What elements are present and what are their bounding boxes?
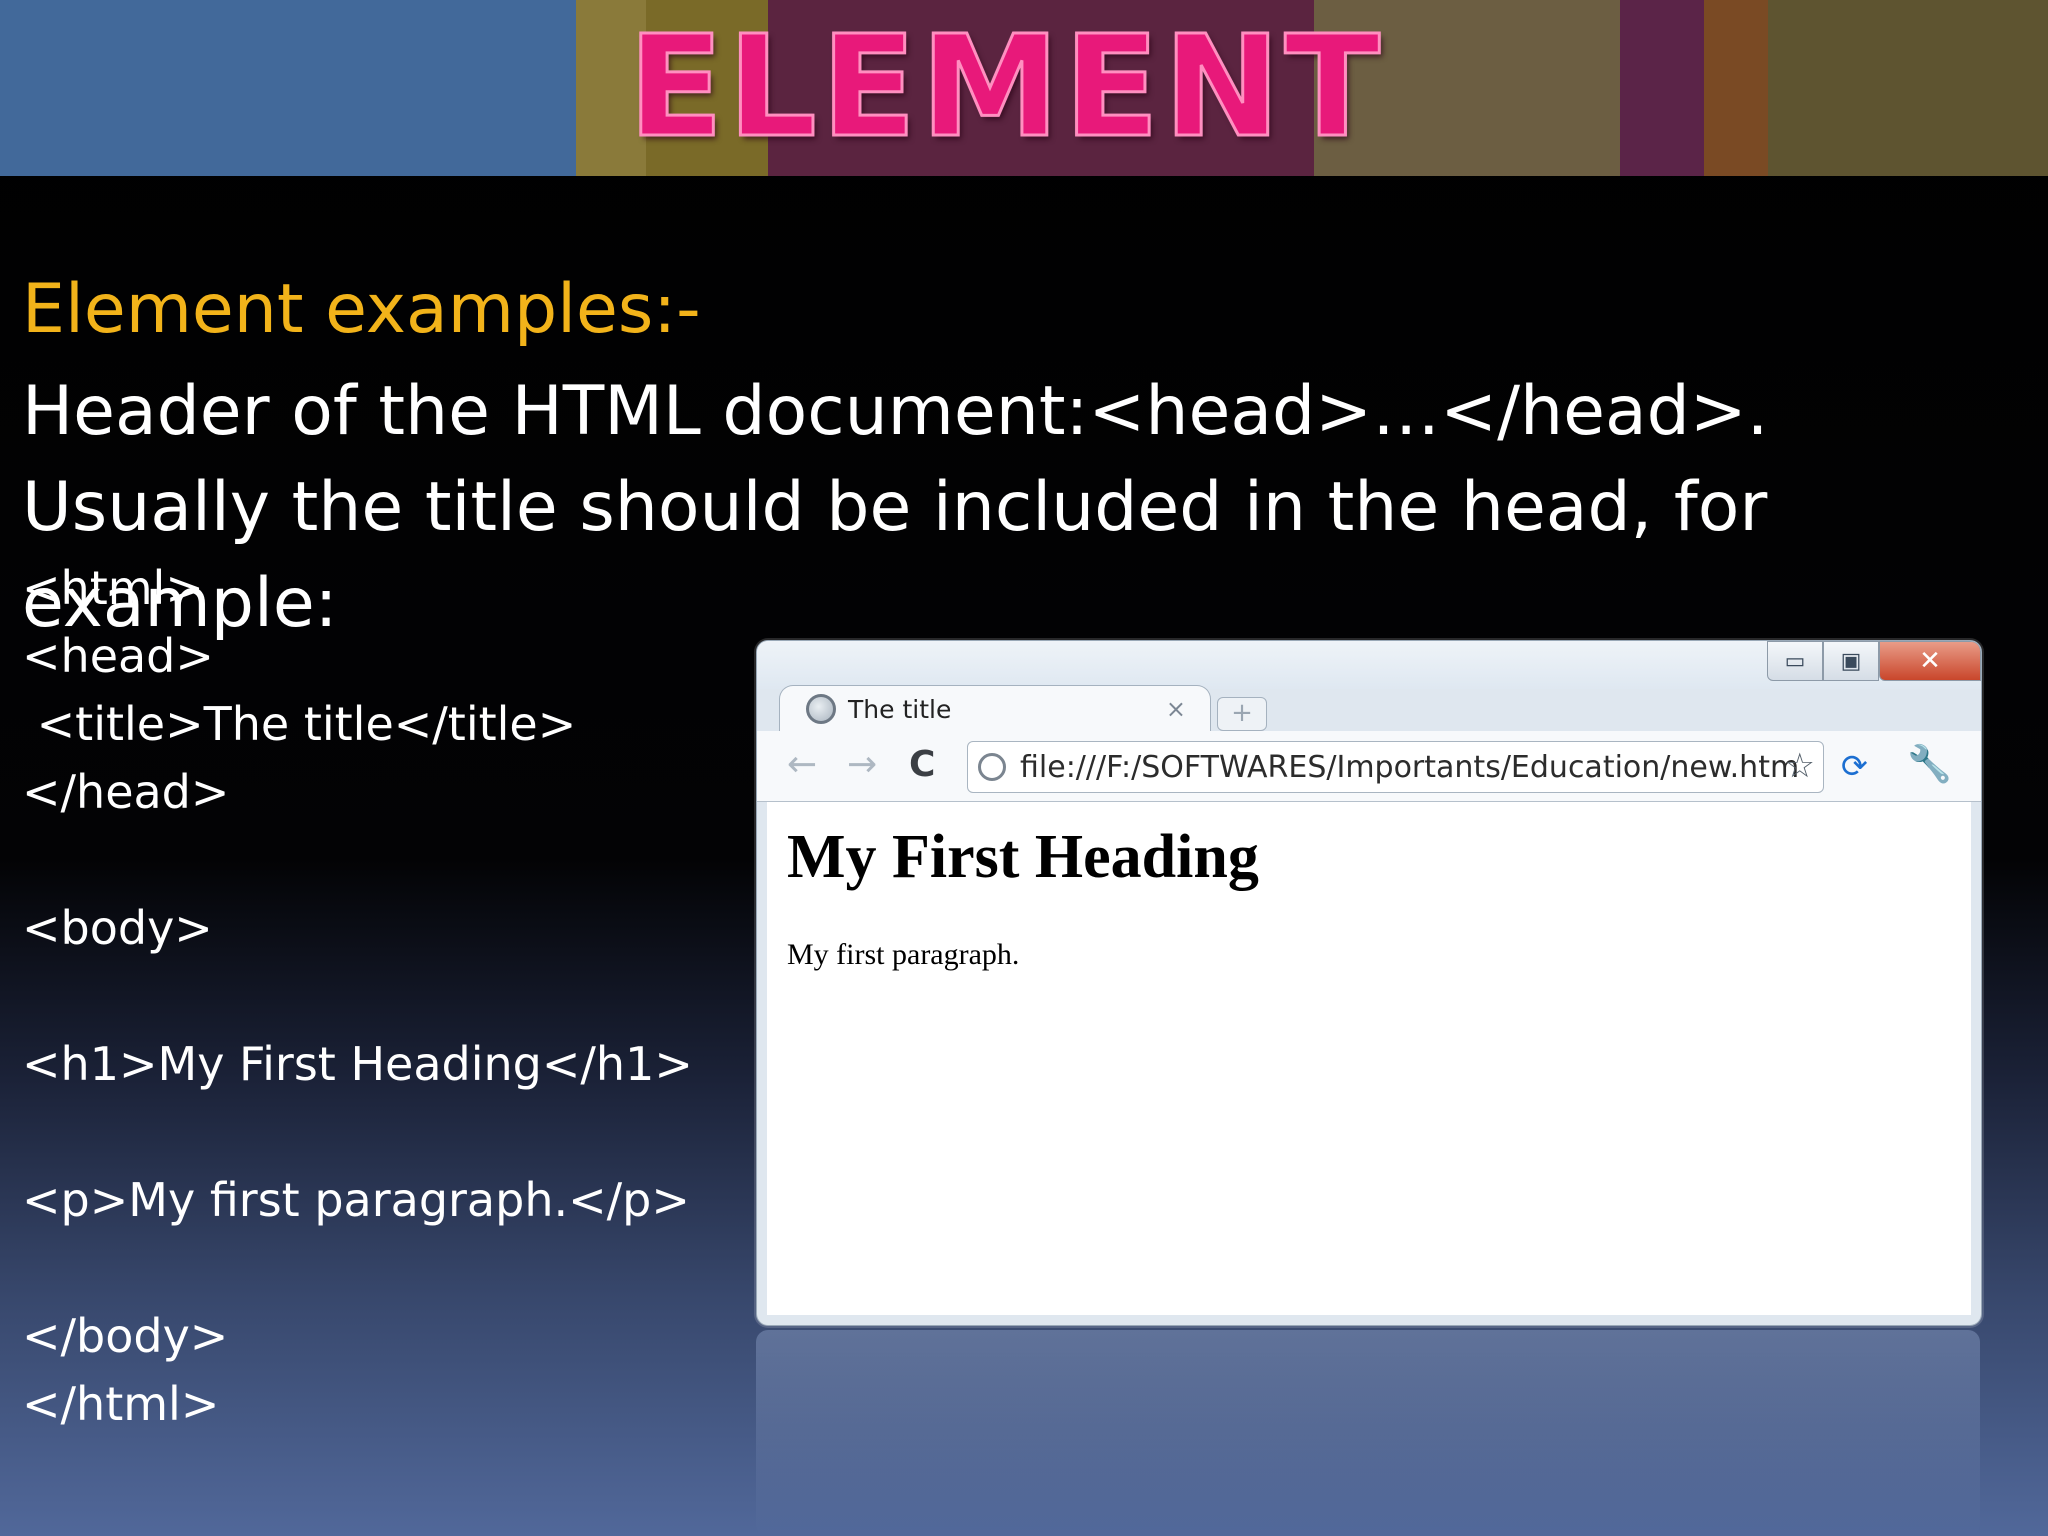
globe-icon: [978, 753, 1006, 781]
browser-titlebar: ▭ ▣ ✕: [757, 641, 1981, 689]
code-line: </head>: [22, 765, 230, 819]
slide-title: ELEMENT: [626, 6, 1385, 169]
title-banner: ELEMENT: [0, 0, 2048, 176]
code-line: </html>: [22, 1377, 220, 1431]
browser-tab[interactable]: The title ×: [779, 685, 1211, 732]
page-heading: My First Heading: [787, 823, 1259, 891]
slide-subheading: Element examples:-: [22, 270, 701, 349]
code-line: <head>: [22, 629, 214, 683]
forward-arrow-icon[interactable]: →: [847, 743, 877, 787]
back-arrow-icon[interactable]: ←: [787, 743, 817, 787]
page-viewport: My First Heading My first paragraph.: [767, 802, 1971, 1315]
reload-icon[interactable]: C: [909, 743, 935, 787]
wrench-icon[interactable]: 🔧: [1907, 743, 1952, 785]
minimize-button[interactable]: ▭: [1767, 641, 1823, 681]
code-line: <html>: [22, 561, 204, 615]
browser-toolbar: ← → C file:///F:/SOFTWARES/Importants/Ed…: [757, 731, 1981, 802]
window-controls: ▭ ▣ ✕: [1767, 641, 1981, 681]
slide-body-text: Header of the HTML document:<head>…</hea…: [22, 372, 1769, 643]
globe-icon: [806, 694, 836, 724]
close-tab-icon[interactable]: ×: [1166, 695, 1186, 723]
new-tab-button[interactable]: +: [1217, 697, 1267, 731]
code-line: <body>: [22, 901, 213, 955]
code-line: <p>My first paragraph.</p>: [22, 1173, 690, 1227]
address-bar[interactable]: file:///F:/SOFTWARES/Importants/Educatio…: [967, 741, 1824, 793]
browser-window: ▭ ▣ ✕ The title × + ← → C file:///F:/SOF…: [756, 640, 1982, 1326]
sync-icon[interactable]: ⟳: [1841, 747, 1868, 785]
code-line: </body>: [22, 1309, 229, 1363]
maximize-button[interactable]: ▣: [1823, 641, 1879, 681]
page-paragraph: My first paragraph.: [787, 938, 1020, 971]
close-window-button[interactable]: ✕: [1879, 641, 1981, 681]
star-icon[interactable]: ☆: [1785, 746, 1815, 786]
code-line: <h1>My First Heading</h1>: [22, 1037, 693, 1091]
browser-reflection: [756, 1330, 1980, 1536]
tab-title: The title: [848, 694, 952, 724]
code-line: <title>The title</title>: [22, 697, 577, 751]
url-text[interactable]: file:///F:/SOFTWARES/Importants/Educatio…: [1020, 750, 1799, 785]
